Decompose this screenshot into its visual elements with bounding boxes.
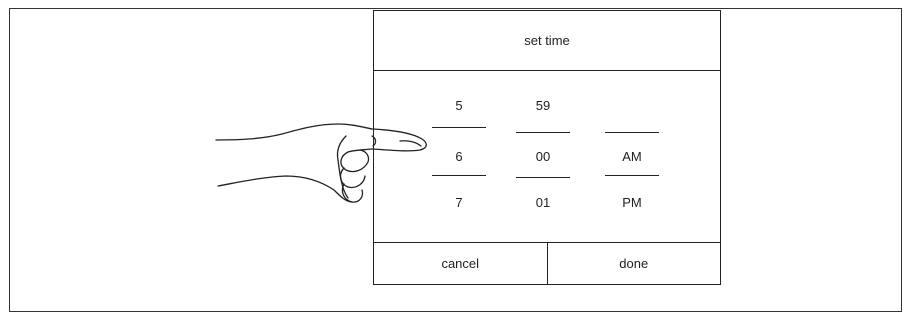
set-time-dialog: set time 5 6 7 59 00 01 AM PM cancel don…: [373, 10, 721, 285]
cancel-button[interactable]: cancel: [374, 243, 547, 284]
minute-wheel[interactable]: 59 00 01: [508, 71, 578, 241]
period-wheel[interactable]: AM PM: [597, 71, 667, 241]
hour-selection-top-line: [432, 127, 486, 128]
minute-above[interactable]: 59: [508, 98, 578, 114]
hour-below[interactable]: 7: [424, 195, 494, 211]
hour-wheel[interactable]: 5 6 7: [424, 71, 494, 241]
hour-selected[interactable]: 6: [424, 149, 494, 165]
period-selected[interactable]: AM: [597, 149, 667, 165]
period-below[interactable]: PM: [597, 195, 667, 211]
dialog-title: set time: [374, 11, 720, 71]
minute-selection-top-line: [516, 132, 570, 133]
hour-selection-bottom-line: [432, 175, 486, 176]
minute-selection-bottom-line: [516, 177, 570, 178]
done-button[interactable]: done: [546, 243, 721, 284]
dialog-footer: cancel done: [374, 242, 720, 284]
minute-selected[interactable]: 00: [508, 149, 578, 165]
minute-below[interactable]: 01: [508, 195, 578, 211]
period-selection-top-line: [605, 132, 659, 133]
period-selection-bottom-line: [605, 175, 659, 176]
hour-above[interactable]: 5: [424, 98, 494, 114]
